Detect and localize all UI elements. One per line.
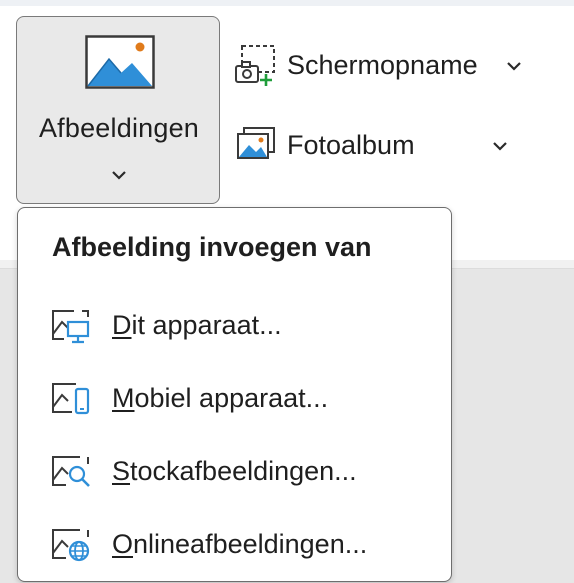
menu-item-label: Onlineafbeeldingen... (112, 529, 368, 559)
chevron-down-icon (112, 171, 126, 180)
photo-album-icon (237, 127, 275, 159)
menu-item-online-pictures[interactable]: Onlineafbeeldingen... (18, 515, 450, 575)
pictures-button[interactable]: Afbeeldingen (16, 16, 220, 204)
photo-album-button[interactable]: Fotoalbum (236, 126, 516, 170)
pictures-button-label: Afbeeldingen (38, 113, 200, 143)
online-pictures-icon (52, 529, 90, 562)
picture-icon (85, 35, 155, 89)
menu-item-label: Mobiel apparaat... (112, 383, 329, 413)
photo-album-button-label: Fotoalbum (287, 130, 415, 160)
menu-item-label: Stockafbeeldingen... (112, 456, 357, 486)
stock-images-icon (52, 456, 90, 487)
menu-item-this-device[interactable]: Dit apparaat... (18, 296, 450, 356)
chevron-down-icon (507, 62, 521, 71)
screenshot-button-label: Schermopname (287, 50, 478, 80)
menu-item-stock-images[interactable]: Stockafbeeldingen... (18, 442, 450, 502)
mobile-picture-icon (52, 383, 90, 415)
chevron-down-icon (493, 142, 507, 151)
screenshot-icon (235, 45, 275, 86)
insert-picture-menu: Afbeelding invoegen van Dit apparaat... … (17, 207, 452, 582)
screenshot-button[interactable]: Schermopname (234, 44, 534, 88)
device-picture-icon (52, 310, 90, 344)
menu-item-label: Dit apparaat... (112, 310, 282, 340)
menu-title: Afbeelding invoegen van (52, 232, 372, 262)
menu-item-mobile-device[interactable]: Mobiel apparaat... (18, 369, 450, 429)
